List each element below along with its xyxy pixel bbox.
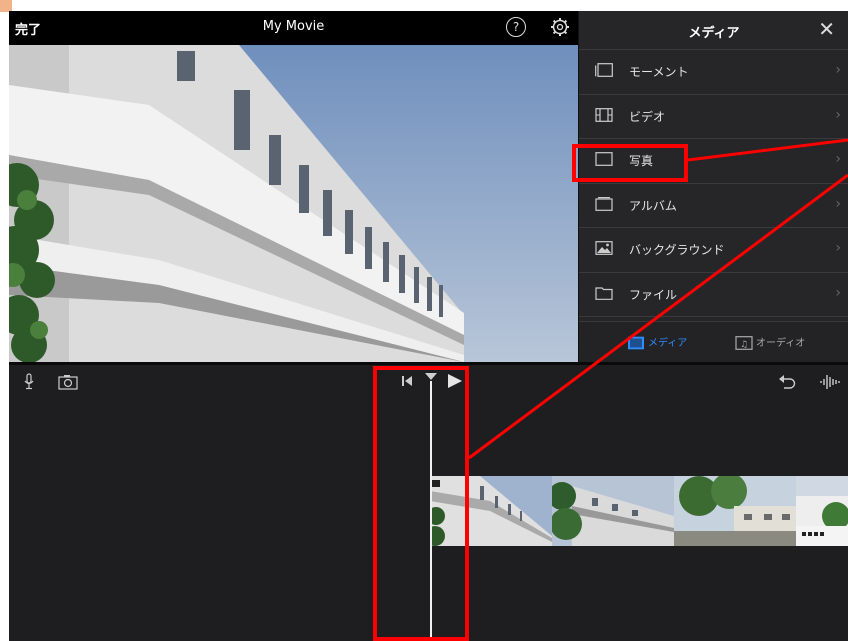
media-item-label: モーメント — [629, 65, 689, 79]
video-preview[interactable] — [9, 45, 578, 362]
media-item-label: ビデオ — [629, 109, 666, 124]
moments-icon — [595, 63, 613, 77]
film-icon — [595, 107, 613, 122]
album-icon — [595, 196, 613, 211]
media-title: メディア — [688, 26, 740, 41]
media-item-label: バックグラウンド — [629, 243, 725, 257]
chevron-right-icon: › — [835, 240, 841, 256]
media-icon — [628, 336, 644, 350]
settings-gear-icon[interactable] — [550, 17, 570, 37]
close-icon[interactable]: ✕ — [818, 19, 835, 39]
chevron-right-icon: › — [835, 151, 841, 167]
chevron-right-icon: › — [835, 195, 841, 212]
project-title: My Movie — [262, 19, 325, 34]
media-tab-bar: メディア ♫ オーディオ — [579, 321, 848, 362]
chevron-right-icon: › — [835, 62, 841, 78]
background-image-icon — [595, 241, 613, 255]
microphone-icon[interactable] — [23, 373, 35, 391]
help-icon[interactable]: ? — [506, 17, 526, 37]
video-clip[interactable] — [430, 476, 848, 546]
media-item-label: アルバム — [629, 198, 677, 213]
audio-waveform-icon[interactable] — [819, 373, 841, 391]
building-photo — [9, 45, 578, 362]
media-item-files[interactable]: ファイル › — [579, 273, 848, 317]
photo-item-highlight — [572, 144, 688, 182]
clip-thumbnail — [552, 476, 674, 546]
top-bar: 完了 My Movie ? — [9, 11, 578, 45]
media-browser-panel: メディア ✕ モーメント › ビデオ › 写真 › アルバム › バックグラウン… — [578, 11, 848, 362]
tab-audio[interactable]: ♫ オーディオ — [735, 334, 805, 350]
chevron-right-icon: › — [835, 284, 841, 301]
media-item-label: ファイル — [629, 287, 678, 302]
media-item-background[interactable]: バックグラウンド › — [579, 228, 848, 273]
timeline-highlight — [373, 366, 469, 641]
svg-text:♫: ♫ — [740, 340, 748, 350]
media-item-albums[interactable]: アルバム › — [579, 184, 848, 228]
clip-thumbnail — [796, 476, 848, 546]
media-item-video[interactable]: ビデオ › — [579, 95, 848, 139]
media-item-moments[interactable]: モーメント › — [579, 50, 848, 95]
tab-media-label: メディア — [648, 338, 688, 349]
folder-icon — [595, 286, 613, 300]
media-header: メディア ✕ — [579, 11, 848, 50]
undo-icon[interactable] — [778, 374, 796, 390]
tab-audio-label: オーディオ — [756, 338, 806, 349]
audio-icon: ♫ — [735, 336, 753, 350]
clip-thumbnail — [674, 476, 796, 546]
chevron-right-icon: › — [835, 106, 841, 123]
camera-icon[interactable] — [58, 374, 78, 390]
tab-media[interactable]: メディア — [627, 334, 687, 350]
